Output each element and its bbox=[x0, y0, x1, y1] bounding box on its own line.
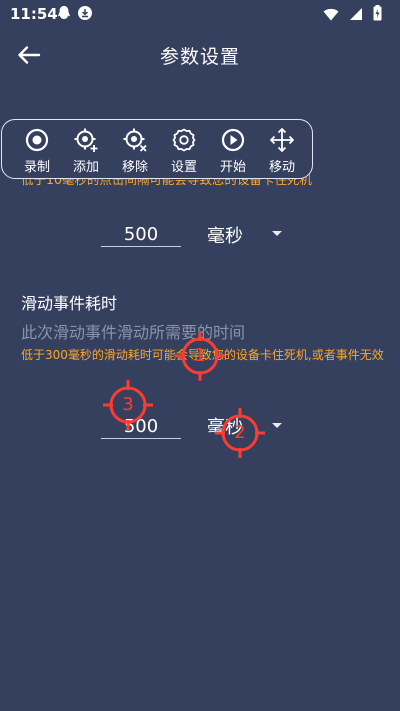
add-target-label: 添加 bbox=[72, 160, 99, 175]
signal-icon bbox=[349, 6, 363, 25]
start-button[interactable]: 开始 bbox=[208, 120, 258, 178]
start-label: 开始 bbox=[219, 160, 246, 175]
crosshair-marker-2[interactable]: 2 bbox=[214, 407, 266, 459]
app-header: 参数设置 bbox=[0, 28, 400, 82]
battery-charging-icon bbox=[373, 5, 382, 25]
qq-notification-icon bbox=[57, 5, 71, 25]
move-button[interactable]: 移动 bbox=[257, 120, 307, 178]
page-title: 参数设置 bbox=[159, 46, 240, 68]
settings-label: 设置 bbox=[170, 160, 197, 175]
add-target-button[interactable]: 添加 bbox=[61, 120, 111, 178]
remove-target-label: 移除 bbox=[121, 160, 148, 175]
crosshair-number: 2 bbox=[234, 422, 246, 443]
remove-target-button[interactable]: 移除 bbox=[110, 120, 160, 178]
delay-value-input[interactable] bbox=[101, 222, 181, 247]
swipe-duration-title: 滑动事件耗时 bbox=[21, 294, 118, 313]
crosshair-number: 1 bbox=[194, 345, 206, 366]
move-icon bbox=[270, 128, 294, 152]
settings-button[interactable]: 设置 bbox=[159, 120, 209, 178]
crosshair-number: 3 bbox=[122, 394, 134, 415]
record-button[interactable]: 录制 bbox=[12, 120, 62, 178]
record-icon bbox=[25, 128, 49, 152]
play-icon bbox=[221, 128, 245, 152]
record-label: 录制 bbox=[23, 160, 50, 175]
move-label: 移动 bbox=[268, 160, 295, 175]
crosshair-marker-3[interactable]: 3 bbox=[102, 379, 154, 431]
status-bar: 11:54 bbox=[0, 0, 400, 28]
remove-target-icon bbox=[123, 128, 147, 152]
delay-dropdown-arrow-icon[interactable] bbox=[272, 231, 282, 236]
delay-unit-select[interactable]: 毫秒 bbox=[207, 222, 243, 248]
add-target-icon bbox=[74, 128, 98, 152]
delay-unit-label: 毫秒 bbox=[207, 226, 243, 247]
gear-icon bbox=[172, 128, 196, 152]
crosshair-marker-1[interactable]: 1 bbox=[174, 330, 226, 382]
floating-toolbar[interactable]: 录制 添加 移除 设置 开始 移动 bbox=[1, 119, 313, 179]
wifi-icon bbox=[323, 6, 339, 25]
download-notification-icon bbox=[77, 5, 93, 25]
status-time: 11:54 bbox=[10, 5, 58, 23]
swipe-dropdown-arrow-icon[interactable] bbox=[272, 423, 282, 428]
